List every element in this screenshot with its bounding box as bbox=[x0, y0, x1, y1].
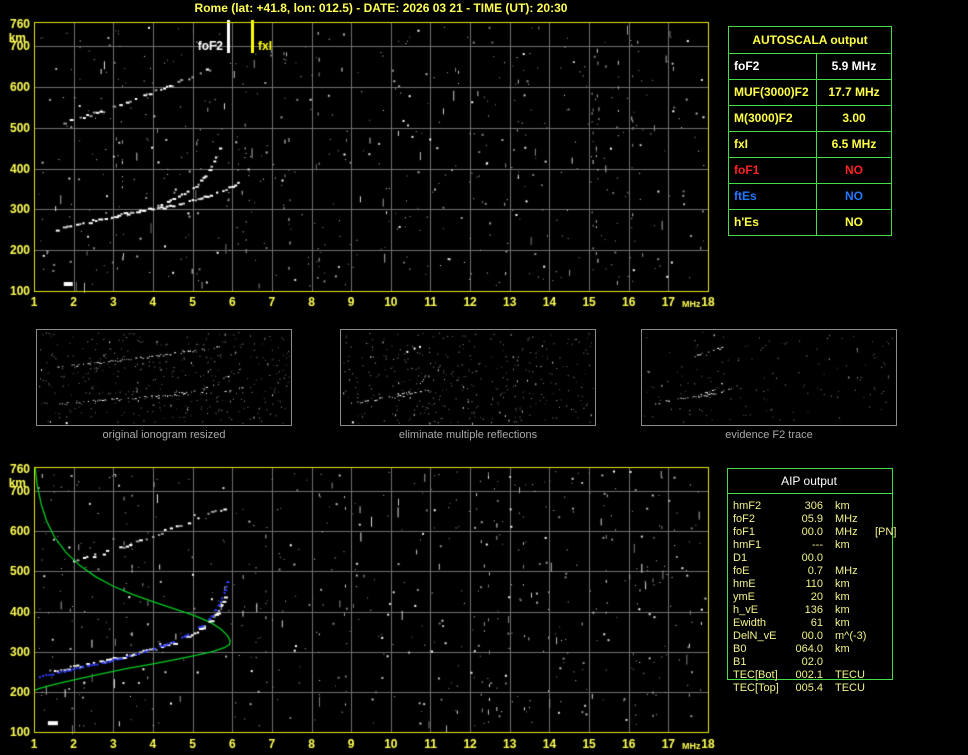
aip-row-hmF1: hmF1 --- km bbox=[727, 539, 923, 552]
autoscala-row-label: MUF(3000)F2 bbox=[729, 80, 817, 105]
aip-unit bbox=[835, 656, 873, 669]
aip-label: hmF1 bbox=[733, 539, 762, 551]
aip-note: [PN] bbox=[875, 526, 897, 538]
aip-label: h_vE bbox=[733, 604, 759, 616]
thumbnail-original-ionogram bbox=[36, 329, 292, 426]
autoscala-row-value: NO bbox=[845, 215, 863, 229]
aip-output-panel: AIP output hmF2 306 km foF2 05.9 MHz foF1 00.0 M… bbox=[725, 464, 925, 714]
aip-unit: TECU bbox=[835, 682, 865, 694]
aip-value: 00.0 bbox=[801, 526, 823, 538]
autoscala-row-M(3000)F2: M(3000)F2 3.00 bbox=[729, 105, 891, 131]
aip-header-divider bbox=[727, 493, 893, 494]
aip-row-hmE: hmE 110 km bbox=[727, 578, 923, 591]
aip-unit: TECU bbox=[835, 669, 865, 681]
aip-row-B0: B0 064.0 km bbox=[727, 643, 923, 656]
aip-label: D1 bbox=[733, 552, 748, 564]
aip-label: hmE bbox=[733, 578, 756, 590]
aip-row-foF2: foF2 05.9 MHz bbox=[727, 513, 923, 526]
thumbnail-caption-f2trace: evidence F2 trace bbox=[725, 429, 813, 441]
bottom-profile-plot bbox=[0, 458, 724, 755]
aip-value: 61 bbox=[810, 617, 823, 629]
aip-row-Ewidth: Ewidth 61 km bbox=[727, 617, 923, 630]
aip-label: DelN_vE bbox=[733, 630, 777, 642]
aip-row-ymE: ymE 20 km bbox=[727, 591, 923, 604]
aip-value: 002.1 bbox=[795, 669, 823, 681]
autoscala-row-label: foF1 bbox=[729, 158, 817, 183]
autoscala-row-value: 3.00 bbox=[842, 111, 866, 125]
aip-value: 110 bbox=[805, 578, 823, 590]
autoscala-row-label: h'Es bbox=[729, 210, 817, 235]
aip-label: hmF2 bbox=[733, 500, 762, 512]
aip-unit: MHz bbox=[835, 513, 858, 525]
autoscala-row-label: ftEs bbox=[729, 184, 817, 209]
autoscala-row-MUF(3000)F2: MUF(3000)F2 17.7 MHz bbox=[729, 79, 891, 105]
aip-row-DelN_vE: DelN_vE 00.0 m^(-3) bbox=[727, 630, 923, 643]
autoscala-row-label: foF2 bbox=[729, 54, 817, 79]
aip-label: foE bbox=[733, 565, 750, 577]
aip-panel-header: AIP output bbox=[781, 474, 837, 488]
autoscala-row-value: 5.9 MHz bbox=[831, 59, 877, 73]
autoscala-row-value: 6.5 MHz bbox=[831, 137, 877, 151]
autoscala-table-header: AUTOSCALA output bbox=[752, 33, 868, 47]
aip-unit: km bbox=[835, 578, 850, 590]
aip-row-TEC[Top]: TEC[Top] 005.4 TECU bbox=[727, 682, 923, 695]
aip-unit: km bbox=[835, 604, 850, 616]
aip-value: 136 bbox=[804, 604, 823, 616]
station-date-title: Rome (lat: +41.8, lon: 012.5) - DATE: 20… bbox=[194, 1, 568, 15]
aip-unit bbox=[835, 552, 873, 565]
aip-row-hmF2: hmF2 306 km bbox=[727, 500, 923, 513]
top-ionogram-plot bbox=[0, 14, 724, 314]
autoscala-row-label: M(3000)F2 bbox=[729, 106, 817, 131]
aip-label: TEC[Bot] bbox=[733, 669, 778, 681]
thumbnail-multiple-reflections-removed bbox=[340, 329, 596, 426]
aip-label: TEC[Top] bbox=[733, 682, 779, 694]
aip-label: B0 bbox=[733, 643, 747, 655]
aip-rows: hmF2 306 km foF2 05.9 MHz foF1 00.0 MHz [PN] hmF1 -… bbox=[727, 500, 923, 695]
aip-unit: km bbox=[835, 617, 850, 629]
aip-label: foF2 bbox=[733, 513, 756, 525]
autoscala-row-ftEs: ftEs NO bbox=[729, 183, 891, 209]
autoscala-row-value: NO bbox=[845, 189, 863, 203]
aip-value: 064.0 bbox=[795, 643, 823, 655]
aip-label: Ewidth bbox=[733, 617, 767, 629]
aip-unit: km bbox=[835, 500, 850, 512]
autoscala-row-label: fxI bbox=[729, 132, 817, 157]
aip-value: 00.0 bbox=[801, 552, 823, 564]
aip-value: 05.9 bbox=[801, 513, 823, 525]
aip-row-foE: foE 0.7 MHz bbox=[727, 565, 923, 578]
aip-label: B1 bbox=[733, 656, 747, 668]
aip-unit: MHz bbox=[835, 526, 858, 538]
aip-unit: km bbox=[835, 591, 850, 603]
autoscala-rows: foF2 5.9 MHz MUF(3000)F2 17.7 MHz M(3000)F2 3… bbox=[729, 53, 891, 235]
autoscala-row-value: 17.7 MHz bbox=[828, 85, 880, 99]
aip-value: 02.0 bbox=[801, 656, 823, 668]
thumbnail-f2-trace-evidence bbox=[641, 329, 897, 426]
aip-value: 00.0 bbox=[801, 630, 823, 642]
aip-row-B1: B1 02.0 bbox=[727, 656, 923, 669]
aip-unit: m^(-3) bbox=[835, 630, 867, 642]
aip-value: 0.7 bbox=[807, 565, 823, 577]
aip-label: ymE bbox=[733, 591, 755, 603]
autoscala-row-foF1: foF1 NO bbox=[729, 157, 891, 183]
aip-row-TEC[Bot]: TEC[Bot] 002.1 TECU bbox=[727, 669, 923, 682]
aip-label: foF1 bbox=[733, 526, 756, 538]
autoscala-output-table: AUTOSCALA output foF2 5.9 MHz MUF(3000)F2 1… bbox=[728, 26, 892, 236]
autoscala-row-h'Es: h'Es NO bbox=[729, 209, 891, 235]
autoscala-row-foF2: foF2 5.9 MHz bbox=[729, 53, 891, 79]
aip-unit: MHz bbox=[835, 565, 858, 577]
autoscala-row-fxI: fxI 6.5 MHz bbox=[729, 131, 891, 157]
aip-row-h_vE: h_vE 136 km bbox=[727, 604, 923, 617]
aip-row-D1: D1 00.0 bbox=[727, 552, 923, 565]
aip-value: 20 bbox=[810, 591, 823, 603]
aip-value: 306 bbox=[804, 500, 823, 512]
thumbnail-caption-original: original ionogram resized bbox=[102, 429, 226, 441]
aip-unit: km bbox=[835, 643, 850, 655]
autoscala-output-screen: Rome (lat: +41.8, lon: 012.5) - DATE: 20… bbox=[0, 0, 968, 755]
aip-unit: km bbox=[835, 539, 850, 551]
aip-value: 005.4 bbox=[795, 682, 823, 694]
aip-value: --- bbox=[812, 539, 823, 551]
thumbnail-caption-reflections: eliminate multiple reflections bbox=[398, 429, 538, 441]
autoscala-row-value: NO bbox=[845, 163, 863, 177]
aip-row-foF1: foF1 00.0 MHz [PN] bbox=[727, 526, 923, 539]
